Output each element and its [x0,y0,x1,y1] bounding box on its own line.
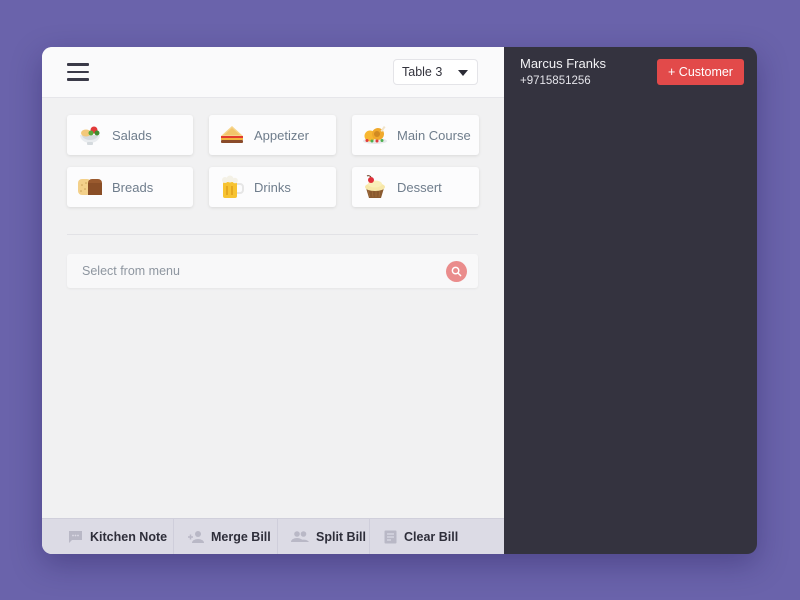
menu-search-input[interactable] [67,254,427,288]
category-label: Salads [112,127,152,143]
category-drinks[interactable]: Drinks [209,167,336,207]
section-divider [67,234,478,235]
caret-down-icon [458,70,468,76]
customer-phone: +9715851256 [520,75,591,87]
document-icon [384,530,397,544]
category-label: Appetizer [254,127,309,143]
cupcake-icon [362,175,388,199]
category-label: Drinks [254,179,291,195]
sandwich-icon [219,123,245,147]
clear-bill-label: Clear Bill [404,529,459,544]
search-icon [451,266,462,277]
order-panel: Table 3 Salads Appetizer Main Course Bre… [42,47,504,554]
customer-panel: Marcus Franks +9715851256 + Customer [504,47,757,554]
category-breads[interactable]: Breads [67,167,193,207]
add-customer-button[interactable]: + Customer [657,59,744,85]
customer-name: Marcus Franks [520,56,606,71]
category-label: Main Course [397,127,471,143]
bill-actions-bar: Kitchen Note Merge Bill Split Bill Clear… [42,518,504,554]
menu-search [67,254,478,288]
message-icon [68,530,83,544]
beer-mug-icon [219,175,245,199]
kitchen-note-button[interactable]: Kitchen Note [42,519,174,554]
table-select[interactable]: Table 3 [393,59,478,85]
search-button[interactable] [446,261,467,282]
category-dessert[interactable]: Dessert [352,167,479,207]
kitchen-note-label: Kitchen Note [90,529,168,544]
salad-icon [77,123,103,147]
add-person-icon [187,530,204,544]
category-appetizer[interactable]: Appetizer [209,115,336,155]
pos-window: Table 3 Salads Appetizer Main Course Bre… [42,47,757,554]
category-label: Dessert [397,179,442,195]
people-icon [291,530,309,543]
split-bill-label: Split Bill [316,529,366,544]
top-bar: Table 3 [42,47,504,98]
merge-bill-label: Merge Bill [211,529,271,544]
bread-icon [77,175,103,199]
table-select-value: Table 3 [402,65,443,79]
hamburger-icon[interactable] [67,63,89,81]
merge-bill-button[interactable]: Merge Bill [174,519,278,554]
category-main-course[interactable]: Main Course [352,115,479,155]
category-grid: Salads Appetizer Main Course Breads Drin… [67,115,479,207]
clear-bill-button[interactable]: Clear Bill [370,519,504,554]
category-salads[interactable]: Salads [67,115,193,155]
split-bill-button[interactable]: Split Bill [278,519,370,554]
category-label: Breads [112,179,154,195]
roast-chicken-icon [362,123,388,147]
